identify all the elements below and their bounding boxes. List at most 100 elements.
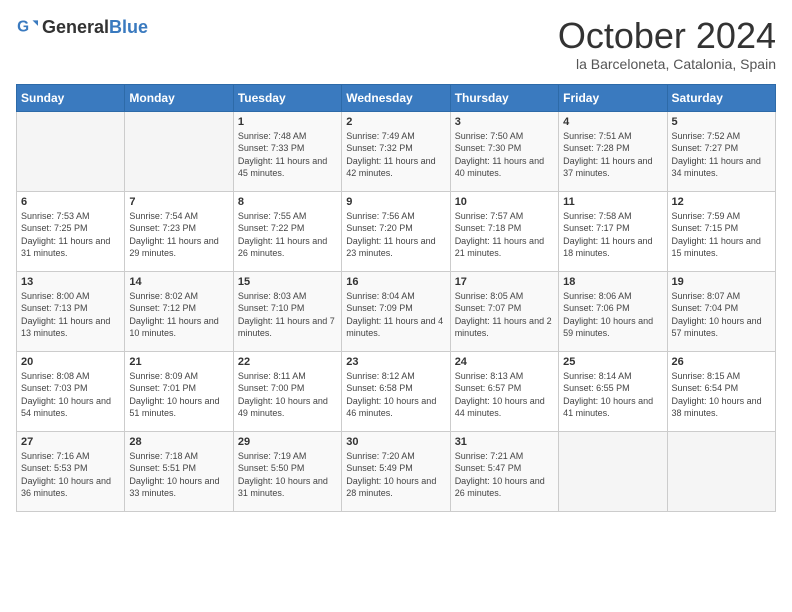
calendar-cell: 7 Sunrise: 7:54 AM Sunset: 7:23 PM Daylig… xyxy=(125,191,233,271)
day-number: 2 xyxy=(346,116,445,128)
calendar-cell: 11 Sunrise: 7:58 AM Sunset: 7:17 PM Dayli… xyxy=(559,191,667,271)
calendar-cell: 21 Sunrise: 8:09 AM Sunset: 7:01 PM Dayli… xyxy=(125,351,233,431)
day-number: 8 xyxy=(238,196,337,208)
calendar-cell xyxy=(125,111,233,191)
day-number: 18 xyxy=(563,276,662,288)
day-number: 10 xyxy=(455,196,554,208)
calendar-cell: 26 Sunrise: 8:15 AM Sunset: 6:54 PM Dayli… xyxy=(667,351,775,431)
day-info: Sunrise: 7:58 AM Sunset: 7:17 PM Dayligh… xyxy=(563,210,662,260)
month-title: October 2024 xyxy=(558,16,776,56)
day-info: Sunrise: 8:15 AM Sunset: 6:54 PM Dayligh… xyxy=(672,370,771,420)
weekday-header: Sunday xyxy=(17,84,125,111)
day-info: Sunrise: 7:53 AM Sunset: 7:25 PM Dayligh… xyxy=(21,210,120,260)
day-info: Sunrise: 8:09 AM Sunset: 7:01 PM Dayligh… xyxy=(129,370,228,420)
calendar-cell: 10 Sunrise: 7:57 AM Sunset: 7:18 PM Dayli… xyxy=(450,191,558,271)
calendar-cell: 25 Sunrise: 8:14 AM Sunset: 6:55 PM Dayli… xyxy=(559,351,667,431)
day-number: 26 xyxy=(672,356,771,368)
day-info: Sunrise: 7:55 AM Sunset: 7:22 PM Dayligh… xyxy=(238,210,337,260)
calendar-cell: 14 Sunrise: 8:02 AM Sunset: 7:12 PM Dayli… xyxy=(125,271,233,351)
weekday-header: Saturday xyxy=(667,84,775,111)
day-number: 3 xyxy=(455,116,554,128)
day-info: Sunrise: 7:16 AM Sunset: 5:53 PM Dayligh… xyxy=(21,450,120,500)
day-number: 31 xyxy=(455,436,554,448)
day-number: 30 xyxy=(346,436,445,448)
day-number: 6 xyxy=(21,196,120,208)
calendar-cell: 29Sunrise: 7:19 AM Sunset: 5:50 PM Dayli… xyxy=(233,431,341,511)
day-info: Sunrise: 7:56 AM Sunset: 7:20 PM Dayligh… xyxy=(346,210,445,260)
day-number: 16 xyxy=(346,276,445,288)
calendar-cell: 3 Sunrise: 7:50 AM Sunset: 7:30 PM Daylig… xyxy=(450,111,558,191)
weekday-header: Friday xyxy=(559,84,667,111)
calendar-cell: 16 Sunrise: 8:04 AM Sunset: 7:09 PM Dayli… xyxy=(342,271,450,351)
day-number: 4 xyxy=(563,116,662,128)
page-header: G GeneralBlue October 2024 la Barcelonet… xyxy=(16,16,776,72)
day-number: 7 xyxy=(129,196,228,208)
calendar-cell: 31 Sunrise: 7:21 AM Sunset: 5:47 PM Dayli… xyxy=(450,431,558,511)
day-number: 20 xyxy=(21,356,120,368)
day-number: 12 xyxy=(672,196,771,208)
calendar-cell: 12 Sunrise: 7:59 AM Sunset: 7:15 PM Dayli… xyxy=(667,191,775,271)
day-info: Sunrise: 8:13 AM Sunset: 6:57 PM Dayligh… xyxy=(455,370,554,420)
day-info: Sunrise: 7:50 AM Sunset: 7:30 PM Dayligh… xyxy=(455,130,554,180)
calendar-cell: 22 Sunrise: 8:11 AM Sunset: 7:00 PM Dayli… xyxy=(233,351,341,431)
day-info: Sunrise: 8:03 AM Sunset: 7:10 PM Dayligh… xyxy=(238,290,337,340)
day-number: 9 xyxy=(346,196,445,208)
calendar-cell: 20Sunrise: 8:08 AM Sunset: 7:03 PM Dayli… xyxy=(17,351,125,431)
calendar-cell: 9 Sunrise: 7:56 AM Sunset: 7:20 PM Daylig… xyxy=(342,191,450,271)
calendar-cell: 24 Sunrise: 8:13 AM Sunset: 6:57 PM Dayli… xyxy=(450,351,558,431)
day-info: Sunrise: 7:52 AM Sunset: 7:27 PM Dayligh… xyxy=(672,130,771,180)
calendar-cell: 27 Sunrise: 7:16 AM Sunset: 5:53 PM Dayli… xyxy=(17,431,125,511)
calendar-cell: 4 Sunrise: 7:51 AM Sunset: 7:28 PM Daylig… xyxy=(559,111,667,191)
logo: G GeneralBlue xyxy=(16,16,148,38)
calendar-cell: 2 Sunrise: 7:49 AM Sunset: 7:32 PM Daylig… xyxy=(342,111,450,191)
calendar-cell: 23Sunrise: 8:12 AM Sunset: 6:58 PM Dayli… xyxy=(342,351,450,431)
calendar-cell: 5 Sunrise: 7:52 AM Sunset: 7:27 PM Daylig… xyxy=(667,111,775,191)
day-number: 11 xyxy=(563,196,662,208)
day-info: Sunrise: 8:06 AM Sunset: 7:06 PM Dayligh… xyxy=(563,290,662,340)
day-number: 21 xyxy=(129,356,228,368)
calendar-cell: 13Sunrise: 8:00 AM Sunset: 7:13 PM Dayli… xyxy=(17,271,125,351)
calendar-cell: 17 Sunrise: 8:05 AM Sunset: 7:07 PM Dayli… xyxy=(450,271,558,351)
day-info: Sunrise: 8:05 AM Sunset: 7:07 PM Dayligh… xyxy=(455,290,554,340)
weekday-header: Wednesday xyxy=(342,84,450,111)
day-info: Sunrise: 8:11 AM Sunset: 7:00 PM Dayligh… xyxy=(238,370,337,420)
calendar-cell: 1 Sunrise: 7:48 AM Sunset: 7:33 PM Daylig… xyxy=(233,111,341,191)
location-subtitle: la Barceloneta, Catalonia, Spain xyxy=(558,56,776,72)
day-info: Sunrise: 7:51 AM Sunset: 7:28 PM Dayligh… xyxy=(563,130,662,180)
day-number: 29 xyxy=(238,436,337,448)
day-number: 25 xyxy=(563,356,662,368)
day-info: Sunrise: 7:18 AM Sunset: 5:51 PM Dayligh… xyxy=(129,450,228,500)
day-info: Sunrise: 7:49 AM Sunset: 7:32 PM Dayligh… xyxy=(346,130,445,180)
day-number: 14 xyxy=(129,276,228,288)
day-number: 5 xyxy=(672,116,771,128)
day-number: 22 xyxy=(238,356,337,368)
day-number: 27 xyxy=(21,436,120,448)
calendar-cell: 8 Sunrise: 7:55 AM Sunset: 7:22 PM Daylig… xyxy=(233,191,341,271)
day-info: Sunrise: 7:57 AM Sunset: 7:18 PM Dayligh… xyxy=(455,210,554,260)
calendar-cell: 30 Sunrise: 7:20 AM Sunset: 5:49 PM Dayli… xyxy=(342,431,450,511)
svg-text:G: G xyxy=(17,18,29,35)
logo-general-text: GeneralBlue xyxy=(42,17,148,38)
day-info: Sunrise: 7:54 AM Sunset: 7:23 PM Dayligh… xyxy=(129,210,228,260)
day-number: 28 xyxy=(129,436,228,448)
weekday-header: Monday xyxy=(125,84,233,111)
day-info: Sunrise: 7:59 AM Sunset: 7:15 PM Dayligh… xyxy=(672,210,771,260)
day-info: Sunrise: 7:20 AM Sunset: 5:49 PM Dayligh… xyxy=(346,450,445,500)
day-number: 17 xyxy=(455,276,554,288)
logo-icon: G xyxy=(16,16,38,38)
day-info: Sunrise: 8:12 AM Sunset: 6:58 PM Dayligh… xyxy=(346,370,445,420)
day-info: Sunrise: 7:48 AM Sunset: 7:33 PM Dayligh… xyxy=(238,130,337,180)
calendar-cell xyxy=(559,431,667,511)
calendar-cell xyxy=(667,431,775,511)
day-number: 24 xyxy=(455,356,554,368)
day-info: Sunrise: 8:04 AM Sunset: 7:09 PM Dayligh… xyxy=(346,290,445,340)
calendar-cell: 28 Sunrise: 7:18 AM Sunset: 5:51 PM Dayli… xyxy=(125,431,233,511)
day-number: 1 xyxy=(238,116,337,128)
day-info: Sunrise: 7:21 AM Sunset: 5:47 PM Dayligh… xyxy=(455,450,554,500)
weekday-header: Tuesday xyxy=(233,84,341,111)
calendar-cell: 18 Sunrise: 8:06 AM Sunset: 7:06 PM Dayli… xyxy=(559,271,667,351)
day-info: Sunrise: 8:02 AM Sunset: 7:12 PM Dayligh… xyxy=(129,290,228,340)
day-number: 13 xyxy=(21,276,120,288)
day-info: Sunrise: 8:14 AM Sunset: 6:55 PM Dayligh… xyxy=(563,370,662,420)
weekday-header: Thursday xyxy=(450,84,558,111)
